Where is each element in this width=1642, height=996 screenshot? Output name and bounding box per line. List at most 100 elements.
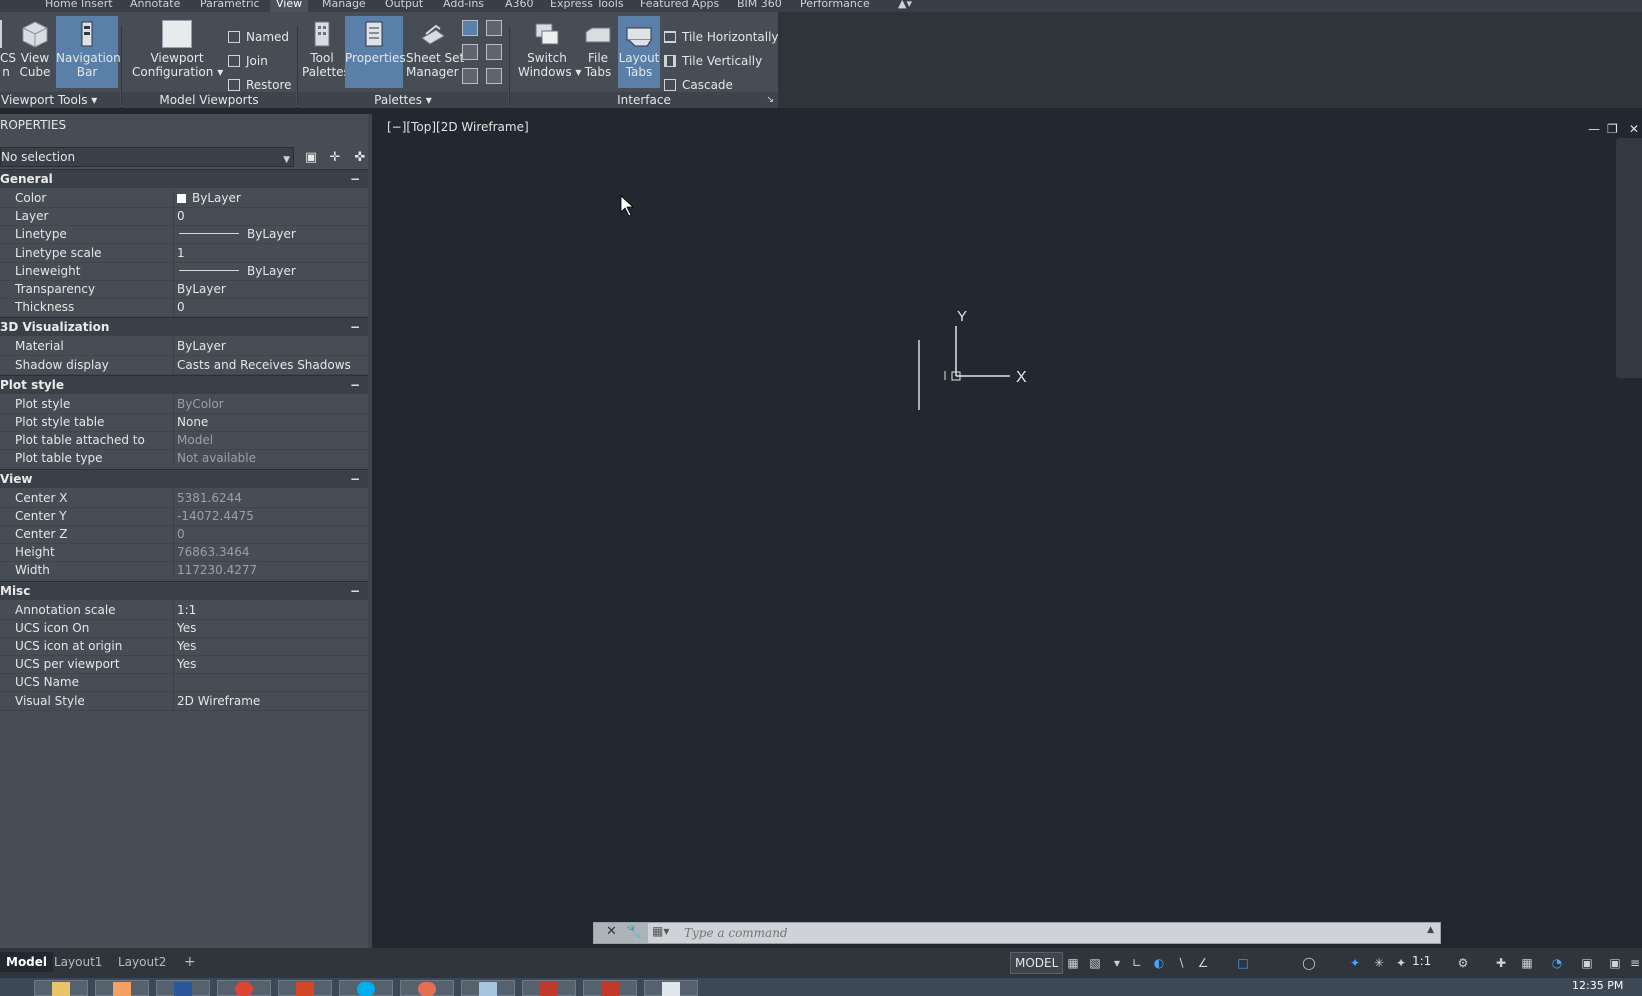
taskbar-powerpoint[interactable] (278, 980, 332, 996)
property-row[interactable]: Color ByLayer (0, 189, 368, 208)
category-plot[interactable]: Plot style − (0, 374, 368, 395)
taskbar-app-orange[interactable] (400, 980, 454, 996)
property-row[interactable]: Plot style table None (0, 413, 368, 432)
palette-mini-icon-2[interactable] (486, 20, 502, 36)
properties-button[interactable]: Properties (345, 16, 406, 88)
dynamic-ucs-icon[interactable]: ✦ (1348, 956, 1362, 970)
palette-mini-icon-5[interactable] (462, 68, 478, 84)
tab-express-tools[interactable]: Express Tools (550, 0, 624, 10)
property-row[interactable]: Material ByLayer (0, 337, 368, 357)
switch-windows-button[interactable]: Switch Windows ▾ (518, 16, 581, 88)
dialog-launcher-icon[interactable]: ↘ (766, 92, 774, 108)
property-row[interactable]: Plot style ByColor (0, 394, 368, 414)
property-row[interactable]: Height 76863.3464 (0, 543, 368, 563)
property-row[interactable]: Visual Style 2D Wireframe (0, 691, 368, 711)
units-icon[interactable]: ▦ (1520, 956, 1534, 970)
snap-dropdown-icon[interactable]: ▾ (1110, 956, 1124, 970)
isodraft-icon[interactable]: ∖ (1174, 956, 1188, 970)
sheet-set-manager-button[interactable]: Sheet Set Manager (406, 16, 464, 88)
taskbar-file-explorer[interactable] (34, 980, 88, 996)
collapse-icon[interactable]: − (350, 470, 360, 489)
object-snap-tracking-icon[interactable]: ∠ (1196, 956, 1210, 970)
workspace-dropdown-icon[interactable]: ▲▾ (898, 0, 912, 10)
property-row[interactable]: Center Z 0 (0, 525, 368, 544)
property-value[interactable]: ByLayer (177, 280, 226, 299)
lineweight-icon[interactable]: ◯ (1302, 956, 1316, 970)
property-row[interactable]: Thickness 0 (0, 298, 368, 318)
tab-performance[interactable]: Performance (800, 0, 870, 10)
taskbar-autocad[interactable] (583, 980, 637, 996)
viewport-configuration-button[interactable]: Viewport Configuration ▾ (132, 16, 223, 88)
property-value[interactable]: 0 (177, 207, 185, 226)
property-row[interactable]: Lineweight ByLayer (0, 261, 368, 281)
property-row[interactable]: UCS icon On Yes (0, 618, 368, 638)
taskbar-media-player[interactable] (95, 980, 149, 996)
palette-mini-icon-1[interactable] (462, 20, 478, 36)
property-row[interactable]: Shadow display Casts and Receives Shadows (0, 355, 368, 375)
category-general[interactable]: General − (0, 169, 368, 188)
taskbar-window[interactable] (461, 980, 515, 996)
clean-screen-icon[interactable]: ▣ (1608, 956, 1622, 970)
hardware-acceleration-icon[interactable]: ◔ (1550, 956, 1564, 970)
selection-dropdown[interactable]: No selection ▼ (0, 147, 294, 167)
property-value[interactable]: 1 (177, 244, 185, 263)
property-value[interactable]: 1:1 (177, 601, 196, 620)
property-row[interactable]: UCS icon at origin Yes (0, 637, 368, 656)
tool-palettes-button[interactable]: Tool Palettes (302, 16, 350, 88)
property-row[interactable]: Linetype ByLayer (0, 225, 368, 245)
tab-output[interactable]: Output (385, 0, 423, 10)
tile-horizontally-button[interactable]: Tile Horizontally (664, 28, 779, 46)
property-row[interactable]: Plot table type Not available (0, 449, 368, 469)
palette-mini-icon-6[interactable] (486, 68, 502, 84)
grid-icon[interactable]: ▦ (1066, 956, 1080, 970)
layout-tab-model[interactable]: Model (0, 952, 54, 972)
customization-menu-icon[interactable]: ≡ (1628, 956, 1642, 970)
property-value[interactable]: Yes (177, 655, 196, 674)
tab-home[interactable]: Home (45, 0, 77, 10)
palettes-panel-title[interactable]: Palettes ▾ (298, 92, 508, 108)
command-prompt-icon[interactable]: ▦▾ (652, 924, 669, 938)
tab-featured-apps[interactable]: Featured Apps (640, 0, 719, 10)
property-value[interactable]: 0 (177, 298, 185, 317)
tab-view[interactable]: View (270, 0, 309, 12)
property-value[interactable]: Casts and Receives Shadows (177, 356, 351, 375)
isolate-objects-icon[interactable]: ▣ (1580, 956, 1594, 970)
select-objects-icon[interactable]: ✛ (327, 150, 343, 166)
collapse-icon[interactable]: − (350, 376, 360, 395)
property-row[interactable]: Center Y -14072.4475 (0, 506, 368, 526)
customize-wrench-icon[interactable]: 🔧 (626, 924, 642, 939)
navigation-bar-button[interactable]: Navigation Bar (56, 16, 121, 88)
named-viewports-button[interactable]: Named (228, 28, 289, 46)
property-value[interactable]: 5381.6244 (177, 489, 242, 508)
auto-scale-icon[interactable]: ✦ (1394, 956, 1408, 970)
tile-vertically-button[interactable]: Tile Vertically (664, 52, 762, 70)
annotation-visibility-icon[interactable]: ✳ (1372, 956, 1386, 970)
snap-icon[interactable]: ▧ (1088, 956, 1102, 970)
property-value[interactable]: Not available (177, 449, 256, 468)
property-value[interactable]: ByLayer (177, 262, 296, 281)
property-value[interactable]: 0 (177, 525, 185, 544)
command-history-icon[interactable]: ▲ (1427, 925, 1434, 935)
quick-select-icon[interactable]: ✜ (352, 150, 368, 166)
command-input[interactable] (684, 923, 1384, 943)
property-value[interactable]: -14072.4475 (177, 507, 254, 526)
layout-tabs-button[interactable]: Layout Tabs (618, 16, 660, 88)
add-layout-button[interactable]: + (178, 952, 202, 972)
category-view[interactable]: View − (0, 468, 368, 489)
property-value[interactable]: 117230.4277 (177, 561, 257, 580)
object-snap-icon[interactable]: □ (1236, 956, 1250, 970)
taskbar-app-red[interactable] (522, 980, 576, 996)
property-value[interactable]: None (177, 413, 208, 432)
collapse-icon[interactable]: − (350, 170, 360, 189)
property-row[interactable]: Transparency ByLayer (0, 280, 368, 299)
polar-tracking-icon[interactable]: ◐ (1152, 956, 1166, 970)
property-row[interactable]: Plot table attached to Model (0, 431, 368, 451)
join-viewports-button[interactable]: Join (228, 52, 268, 70)
category-misc[interactable]: Misc − (0, 580, 368, 600)
property-value[interactable]: 2D Wireframe (177, 692, 260, 711)
layout-tab-layout2[interactable]: Layout2 (112, 952, 172, 972)
collapse-icon[interactable]: − (350, 318, 360, 337)
property-value[interactable]: ByLayer (177, 337, 226, 356)
palette-mini-icon-3[interactable] (462, 44, 478, 60)
property-value[interactable]: ByLayer (177, 189, 241, 208)
